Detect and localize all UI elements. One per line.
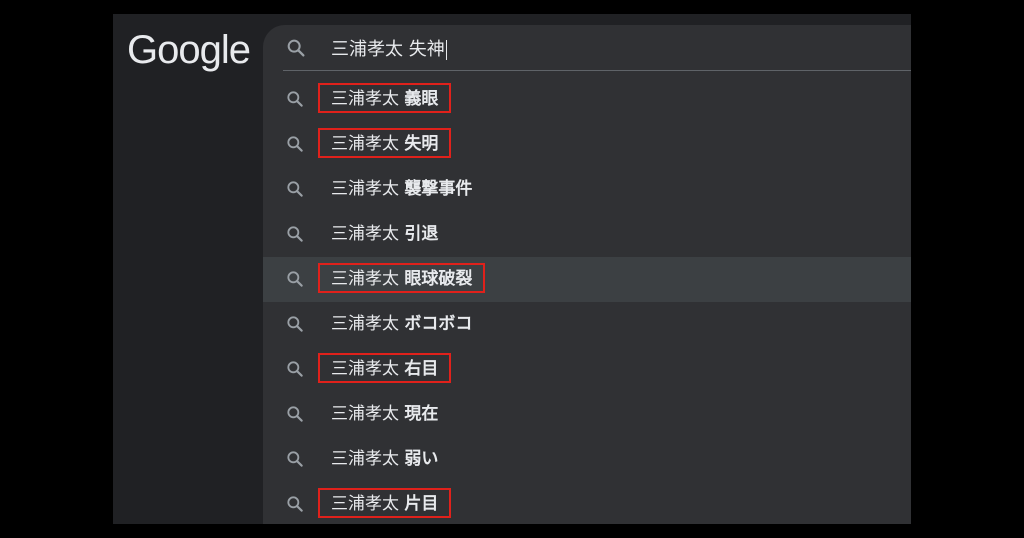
suggestion-suffix: 右目 [404,359,439,379]
suggestion-item[interactable]: 三浦孝太 右目 [263,347,911,392]
suggestion-suffix: 弱い [404,449,439,469]
suggestion-suffix: 義眼 [404,89,439,109]
suggestion-prefix: 三浦孝太 [331,179,399,199]
suggestion-item[interactable]: 三浦孝太 弱い [263,437,911,482]
suggestion-item[interactable]: 三浦孝太 現在 [263,392,911,437]
suggestion-item[interactable]: 三浦孝太 襲撃事件 [263,167,911,212]
suggestion-prefix: 三浦孝太 [331,314,399,334]
suggestion-suffix: 引退 [404,224,439,244]
suggestion-prefix: 三浦孝太 [331,134,399,154]
search-icon [285,359,305,379]
search-input[interactable]: 三浦孝太 失神 [331,35,447,61]
suggestion-item[interactable]: 三浦孝太 ボコボコ [263,302,911,347]
suggestion-text: 三浦孝太 眼球破裂 [331,269,472,289]
search-icon [285,179,305,199]
text-caret [445,40,447,60]
suggestion-text: 三浦孝太 右目 [331,359,438,379]
suggestion-item[interactable]: 三浦孝太 失明 [263,122,911,167]
search-icon [285,89,305,109]
search-suggestion-panel: 三浦孝太 失神 三浦孝太 義眼 三浦孝太 失明 三浦孝太 襲撃事件 三浦孝太 引退 三浦… [263,25,911,524]
suggestion-text: 三浦孝太 片目 [331,494,438,514]
suggestion-prefix: 三浦孝太 [331,449,399,469]
suggestion-prefix: 三浦孝太 [331,224,399,244]
search-icon [285,404,305,424]
suggestion-suffix: 眼球破裂 [404,269,473,289]
search-icon [285,134,305,154]
suggestion-text: 三浦孝太 ボコボコ [331,314,472,334]
suggestion-item[interactable]: 三浦孝太 引退 [263,212,911,257]
suggestion-text: 三浦孝太 襲撃事件 [331,179,472,199]
search-query-text: 三浦孝太 失神 [331,39,445,60]
suggestion-list: 三浦孝太 義眼 三浦孝太 失明 三浦孝太 襲撃事件 三浦孝太 引退 三浦孝太 眼球破裂三… [263,77,911,524]
search-icon [285,37,307,59]
suggestion-suffix: 現在 [404,404,439,424]
suggestion-suffix: 片目 [404,494,439,514]
search-icon [285,314,305,334]
suggestion-prefix: 三浦孝太 [331,269,399,289]
search-box[interactable]: 三浦孝太 失神 [263,25,911,71]
suggestion-suffix: 襲撃事件 [404,179,473,199]
search-divider [283,70,911,71]
suggestion-text: 三浦孝太 弱い [331,449,438,469]
suggestion-suffix: ボコボコ [404,314,473,334]
google-search-screen: Google 三浦孝太 失神 三浦孝太 義眼 三浦孝太 失明 三浦孝太 襲撃事件 三浦… [113,14,911,524]
search-icon [285,269,305,289]
search-icon [285,449,305,469]
suggestion-text: 三浦孝太 義眼 [331,89,438,109]
suggestion-text: 三浦孝太 失明 [331,134,438,154]
suggestion-item[interactable]: 三浦孝太 片目 [263,482,911,524]
search-icon [285,224,305,244]
suggestion-text: 三浦孝太 引退 [331,224,438,244]
suggestion-prefix: 三浦孝太 [331,89,399,109]
suggestion-suffix: 失明 [404,134,439,154]
suggestion-text: 三浦孝太 現在 [331,404,438,424]
suggestion-item[interactable]: 三浦孝太 眼球破裂 [263,257,911,302]
suggestion-prefix: 三浦孝太 [331,494,399,514]
google-logo[interactable]: Google [127,28,251,73]
suggestion-item[interactable]: 三浦孝太 義眼 [263,77,911,122]
search-icon [285,494,305,514]
suggestion-prefix: 三浦孝太 [331,404,399,424]
suggestion-prefix: 三浦孝太 [331,359,399,379]
